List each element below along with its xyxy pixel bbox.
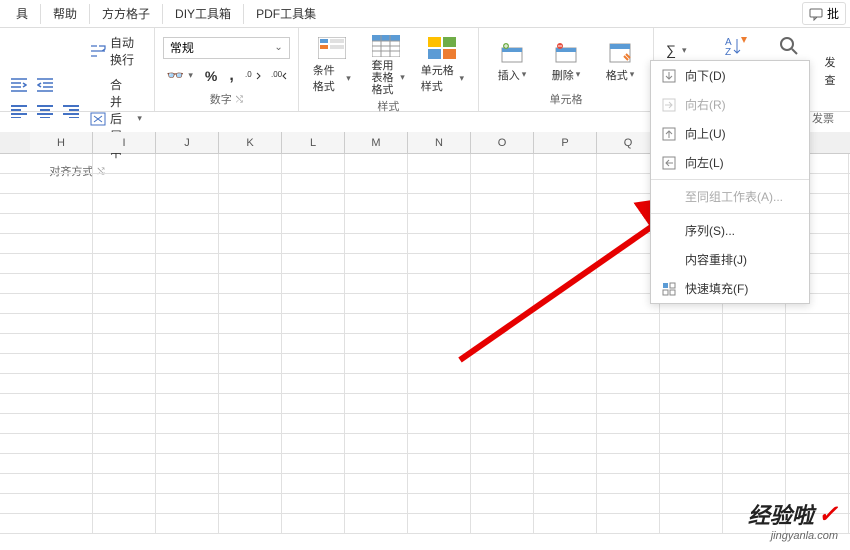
tab-tools-partial[interactable]: 具 — [4, 0, 40, 27]
caret-down-icon: ▾ — [137, 113, 142, 124]
insert-icon — [496, 41, 528, 65]
conditional-format-button[interactable]: 条件格式▾ — [307, 34, 357, 96]
comma-button[interactable]: , — [225, 65, 237, 87]
fill-down-item[interactable]: 向下(D) — [651, 61, 809, 90]
decrease-decimal-icon[interactable]: .00 — [268, 65, 290, 87]
format-table-button[interactable]: 套用 表格格式▾ — [361, 32, 411, 98]
fill-up-item[interactable]: 向上(U) — [651, 119, 809, 148]
col-header[interactable]: N — [408, 132, 471, 153]
col-header[interactable]: L — [282, 132, 345, 153]
tab-bar: 具 帮助 方方格子 DIY工具箱 PDF工具集 批 — [0, 0, 850, 28]
dialog-launcher-icon[interactable]: ⤭ — [236, 94, 243, 105]
fill-series-item[interactable]: 序列(S)... — [651, 216, 809, 245]
delete-icon — [550, 41, 582, 65]
delete-button[interactable]: 删除▾ — [541, 39, 591, 85]
increase-decimal-icon[interactable]: .0 — [242, 65, 264, 87]
number-format-combo[interactable]: 常规 ⌄ — [163, 37, 290, 59]
align-center-icon[interactable] — [34, 100, 56, 122]
search-icon — [773, 34, 805, 58]
indent-increase-icon[interactable] — [34, 74, 56, 96]
col-header[interactable]: H — [30, 132, 93, 153]
currency-icon: 👓 — [167, 67, 184, 84]
arrow-up-icon — [661, 126, 677, 142]
comment-icon — [809, 7, 823, 21]
col-header[interactable]: M — [345, 132, 408, 153]
tab-ffgz[interactable]: 方方格子 — [90, 0, 162, 27]
group-cells: 插入▾ 删除▾ 格式▾ 单元格 — [479, 28, 654, 111]
col-header[interactable]: I — [93, 132, 156, 153]
tab-help[interactable]: 帮助 — [41, 0, 89, 27]
sort-filter-icon: AZ — [719, 34, 751, 58]
fill-rearrange-item[interactable]: 内容重排(J) — [651, 245, 809, 274]
align-left-icon[interactable] — [8, 100, 30, 122]
merge-icon — [90, 112, 106, 126]
arrow-right-icon — [661, 97, 677, 113]
align-right-icon[interactable] — [60, 100, 82, 122]
tab-pdf[interactable]: PDF工具集 — [244, 0, 328, 27]
percent-button[interactable]: % — [201, 66, 221, 86]
tab-diy[interactable]: DIY工具箱 — [163, 0, 243, 27]
cell-styles-button[interactable]: 单元格样式▾ — [415, 34, 470, 96]
fill-left-item[interactable]: 向左(L) — [651, 148, 809, 177]
fill-group-item: 至同组工作表(A)... — [651, 182, 809, 211]
wrap-icon — [90, 44, 106, 58]
group-alignment: 自动换行 合并后居中 ▾ 对齐方式⤭ — [0, 28, 155, 111]
watermark: 经验啦 ✓ jingyanla.com — [748, 498, 838, 542]
autosum-button[interactable]: ∑▾ — [662, 40, 691, 60]
cond-format-icon — [316, 36, 348, 60]
fill-right-item: 向右(R) — [651, 90, 809, 119]
chevron-down-icon: ⌄ — [274, 42, 282, 53]
format-button[interactable]: 格式▾ — [595, 39, 645, 85]
flash-fill-icon — [661, 281, 677, 297]
fill-flash-item[interactable]: 快速填充(F) — [651, 274, 809, 303]
invoice-button-partial[interactable]: 发 查 — [818, 52, 842, 90]
svg-text:Z: Z — [725, 47, 731, 57]
col-header[interactable]: J — [156, 132, 219, 153]
fill-dropdown-menu: 向下(D) 向右(R) 向上(U) 向左(L) 至同组工作表(A)... 序列(… — [650, 60, 810, 304]
batch-button[interactable]: 批 — [802, 2, 846, 25]
group-styles: 条件格式▾ 套用 表格格式▾ 单元格样式▾ 样式 — [299, 28, 479, 111]
table-format-icon — [370, 34, 402, 58]
svg-text:.00: .00 — [271, 70, 283, 79]
check-icon: ✓ — [818, 500, 838, 529]
arrow-left-icon — [661, 155, 677, 171]
col-header[interactable]: K — [219, 132, 282, 153]
format-icon — [604, 41, 636, 65]
col-header[interactable]: O — [471, 132, 534, 153]
insert-button[interactable]: 插入▾ — [487, 39, 537, 85]
cell-styles-icon — [426, 36, 458, 60]
arrow-down-icon — [661, 68, 677, 84]
group-number: 常规 ⌄ 👓▾ % , .0 .00 数字⤭ — [155, 28, 299, 111]
indent-decrease-icon[interactable] — [8, 74, 30, 96]
wrap-text-button[interactable]: 自动换行 — [86, 32, 146, 70]
currency-button[interactable]: 👓▾ — [163, 65, 197, 86]
svg-text:.0: .0 — [245, 70, 252, 79]
col-header[interactable]: P — [534, 132, 597, 153]
